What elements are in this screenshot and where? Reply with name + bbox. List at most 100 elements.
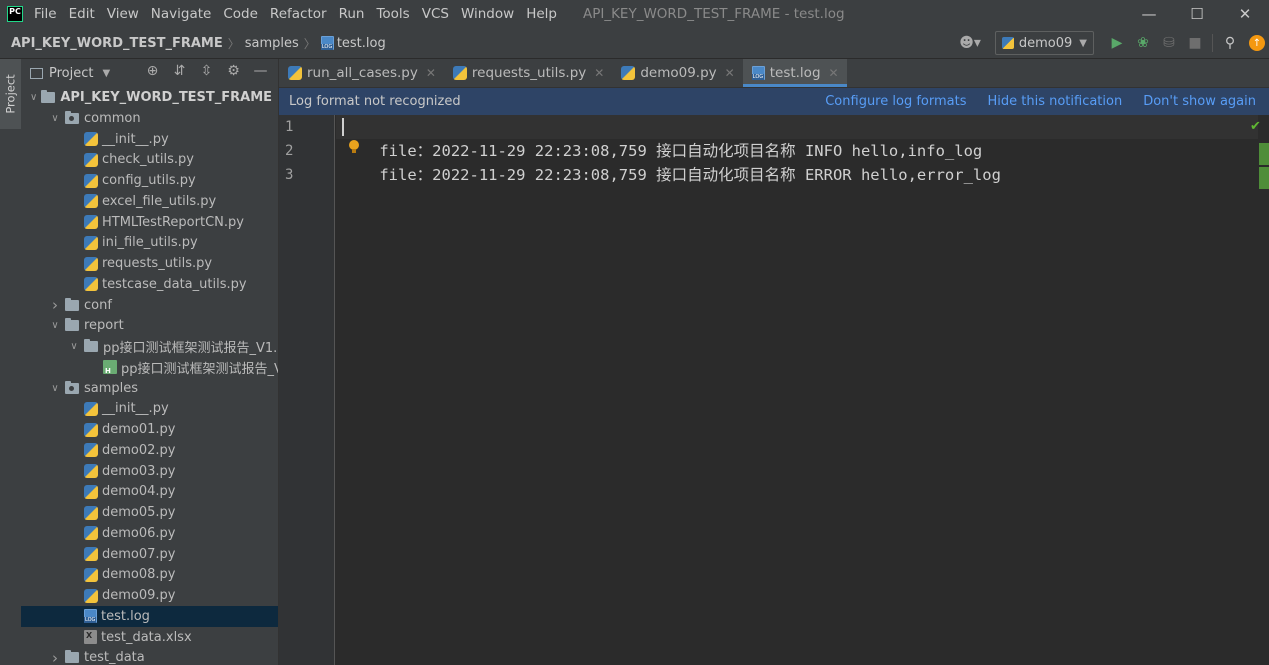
- tree-item[interactable]: demo02.py: [21, 440, 278, 461]
- error-stripe: ✔: [1250, 115, 1269, 665]
- tree-item-label: conf: [84, 297, 112, 313]
- menu-refactor[interactable]: Refactor: [270, 6, 327, 22]
- debug-icon[interactable]: ❀: [1130, 35, 1156, 51]
- editor-tab[interactable]: requests_utils.py ✕: [444, 59, 612, 87]
- close-tab-icon[interactable]: ✕: [594, 66, 604, 80]
- update-icon[interactable]: ↑: [1249, 35, 1265, 51]
- menu-view[interactable]: View: [107, 6, 139, 22]
- expand-all-icon[interactable]: ⇵: [166, 63, 193, 79]
- code-line[interactable]: [336, 163, 1258, 187]
- python-file-icon: [84, 256, 98, 271]
- tree-item[interactable]: excel_file_utils.py: [21, 191, 278, 212]
- menu-vcs[interactable]: VCS: [422, 6, 449, 22]
- chevron-down-icon[interactable]: ∨: [68, 341, 80, 352]
- chevron-down-icon[interactable]: ∨: [30, 92, 37, 103]
- settings-gear-icon[interactable]: ⚙: [220, 63, 247, 79]
- chevron-down-icon[interactable]: ▼: [102, 68, 110, 79]
- notification-links: Configure log formats Hide this notifica…: [804, 94, 1256, 109]
- tree-item[interactable]: HTMLTestReportCN.py: [21, 212, 278, 233]
- run-icon[interactable]: ▶: [1104, 35, 1130, 51]
- python-file-icon: [84, 235, 98, 250]
- breadcrumb-samples[interactable]: samples: [245, 36, 299, 51]
- chevron-down-icon[interactable]: ∨: [49, 383, 61, 394]
- tree-item[interactable]: test_data.xlsx: [21, 627, 278, 648]
- maximize-button[interactable]: ☐: [1173, 0, 1221, 28]
- hide-notification-link[interactable]: Hide this notification: [987, 94, 1122, 109]
- tree-item[interactable]: ∨ samples: [21, 378, 278, 399]
- inspection-ok-icon[interactable]: ✔: [1250, 119, 1261, 134]
- tree-item[interactable]: testcase_data_utils.py: [21, 274, 278, 295]
- chevron-down-icon[interactable]: ∨: [49, 113, 61, 124]
- hide-panel-icon[interactable]: —: [247, 63, 274, 79]
- close-tab-icon[interactable]: ✕: [829, 66, 839, 80]
- menu-navigate[interactable]: Navigate: [151, 6, 212, 22]
- configure-log-formats-link[interactable]: Configure log formats: [825, 94, 966, 109]
- tree-item-label: __init__.py: [102, 401, 169, 417]
- search-icon[interactable]: ⚲: [1217, 35, 1243, 51]
- tree-item[interactable]: demo05.py: [21, 502, 278, 523]
- tree-item[interactable]: requests_utils.py: [21, 253, 278, 274]
- coverage-icon[interactable]: ⛁: [1156, 35, 1182, 51]
- tree-item-label: excel_file_utils.py: [102, 193, 217, 209]
- menu-help[interactable]: Help: [526, 6, 557, 22]
- close-tab-icon[interactable]: ✕: [426, 66, 436, 80]
- chevron-right-icon[interactable]: ›: [49, 296, 61, 314]
- close-button[interactable]: ✕: [1221, 0, 1269, 28]
- editor-tab-label: demo09.py: [640, 65, 717, 81]
- change-marker[interactable]: [1259, 143, 1269, 165]
- folder-icon: [65, 380, 79, 394]
- change-marker[interactable]: [1259, 167, 1269, 189]
- menu-window[interactable]: Window: [461, 6, 514, 22]
- tree-item[interactable]: pp接口测试框架测试报告_V: [21, 357, 278, 378]
- tree-item[interactable]: demo03.py: [21, 461, 278, 482]
- code-editor[interactable]: file：2022-11-29 22:23:08,759 接口自动化项目名称 I…: [336, 115, 1258, 665]
- tree-item[interactable]: __init__.py: [21, 398, 278, 419]
- run-configuration-select[interactable]: demo09 ▼: [994, 31, 1094, 55]
- breadcrumb-project[interactable]: API_KEY_WORD_TEST_FRAME: [11, 36, 223, 51]
- folder-icon: [41, 90, 56, 103]
- menu-code[interactable]: Code: [223, 6, 258, 22]
- close-tab-icon[interactable]: ✕: [725, 66, 735, 80]
- project-tool-button[interactable]: Project: [0, 59, 21, 129]
- tree-item[interactable]: ∨ pp接口测试框架测试报告_V1.0: [21, 336, 278, 357]
- chevron-down-icon[interactable]: ∨: [49, 320, 61, 331]
- menu-tools[interactable]: Tools: [376, 6, 409, 22]
- dont-show-again-link[interactable]: Don't show again: [1143, 94, 1256, 109]
- tree-item[interactable]: › conf: [21, 295, 278, 316]
- editor-tab[interactable]: run_all_cases.py ✕: [279, 59, 444, 87]
- project-view-icon: [30, 67, 43, 79]
- tree-item[interactable]: demo09.py: [21, 585, 278, 606]
- code-line[interactable]: file：2022-11-29 22:23:08,759 接口自动化项目名称 I…: [336, 115, 1258, 160]
- tree-item[interactable]: › test_data: [21, 647, 278, 665]
- breadcrumb-file[interactable]: test.log: [337, 36, 386, 51]
- collapse-all-icon[interactable]: ⇳: [193, 63, 220, 79]
- tree-item[interactable]: ini_file_utils.py: [21, 232, 278, 253]
- chevron-right-icon[interactable]: ›: [49, 649, 61, 665]
- stop-icon[interactable]: ■: [1182, 35, 1208, 51]
- tree-item[interactable]: demo01.py: [21, 419, 278, 440]
- menu-file[interactable]: File: [34, 6, 57, 22]
- tree-item[interactable]: config_utils.py: [21, 170, 278, 191]
- locate-file-icon[interactable]: ⊕: [139, 63, 166, 79]
- minimize-button[interactable]: —: [1125, 0, 1173, 28]
- tree-item[interactable]: ∨ common: [21, 108, 278, 129]
- tree-item[interactable]: demo07.py: [21, 544, 278, 565]
- editor-tab[interactable]: demo09.py ✕: [612, 59, 742, 87]
- tree-item[interactable]: __init__.py: [21, 129, 278, 150]
- menu-run[interactable]: Run: [339, 6, 365, 22]
- editor-tab[interactable]: test.log ✕: [742, 59, 847, 87]
- tree-item[interactable]: demo06.py: [21, 523, 278, 544]
- intention-bulb-icon[interactable]: [349, 140, 359, 153]
- tree-item[interactable]: test.log: [21, 605, 278, 627]
- tree-item[interactable]: check_utils.py: [21, 149, 278, 170]
- tree-item[interactable]: ∨ report: [21, 315, 278, 336]
- project-view-label[interactable]: Project: [49, 66, 93, 81]
- tree-item[interactable]: ∨API_KEY_WORD_TEST_FRAMEE:\p: [21, 87, 278, 108]
- editor-tab-label: run_all_cases.py: [307, 65, 418, 81]
- menu-edit[interactable]: Edit: [69, 6, 95, 22]
- code-line[interactable]: file：2022-11-29 22:23:08,759 接口自动化项目名称 E…: [336, 139, 1258, 184]
- window-title: API_KEY_WORD_TEST_FRAME - test.log: [582, 6, 845, 22]
- tree-item[interactable]: demo08.py: [21, 564, 278, 585]
- tree-item[interactable]: demo04.py: [21, 481, 278, 502]
- user-icon[interactable]: ☻▾: [959, 35, 981, 51]
